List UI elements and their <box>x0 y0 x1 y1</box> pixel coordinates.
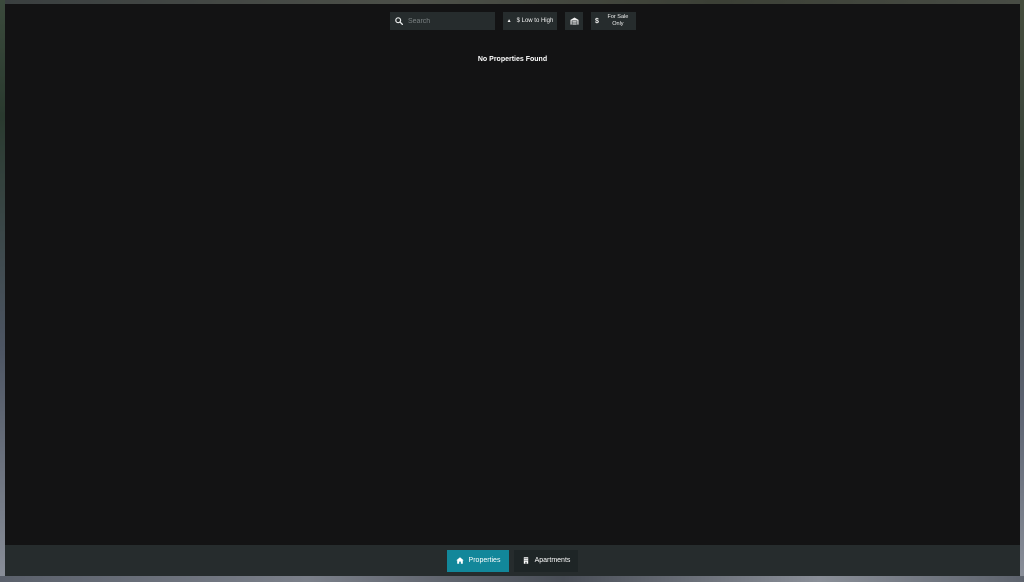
tab-apartments[interactable]: Apartments <box>514 549 578 572</box>
empty-state-message: No Properties Found <box>477 56 548 63</box>
garage-icon <box>570 17 578 25</box>
house-icon <box>455 557 464 564</box>
caret-up-icon: ▲ <box>506 18 512 24</box>
sort-label: $ Low to High <box>516 18 554 24</box>
properties-panel: ▲ $ Low to High $ For Sale Only No Prope… <box>5 4 1020 576</box>
for-sale-only-button[interactable]: $ For Sale Only <box>591 12 636 30</box>
building-icon <box>523 557 528 564</box>
tab-properties[interactable]: Properties <box>447 549 509 572</box>
search-box[interactable] <box>390 12 495 30</box>
game-world-background-right <box>1020 0 1024 582</box>
properties-list-area: ▲ $ Low to High $ For Sale Only No Prope… <box>5 4 1020 545</box>
tab-properties-label: Properties <box>468 557 501 564</box>
bottom-nav: Properties Apartments <box>5 545 1020 576</box>
filter-toolbar: ▲ $ Low to High $ For Sale Only <box>390 12 636 30</box>
sort-price-button[interactable]: ▲ $ Low to High <box>503 12 557 30</box>
dollar-icon: $ <box>595 17 599 25</box>
garage-filter-button[interactable] <box>565 12 583 30</box>
game-world-background-bottom <box>0 576 1024 582</box>
search-input[interactable] <box>408 17 488 25</box>
tab-apartments-label: Apartments <box>534 557 571 564</box>
for-sale-label: For Sale Only <box>607 14 629 27</box>
search-icon <box>395 17 403 25</box>
